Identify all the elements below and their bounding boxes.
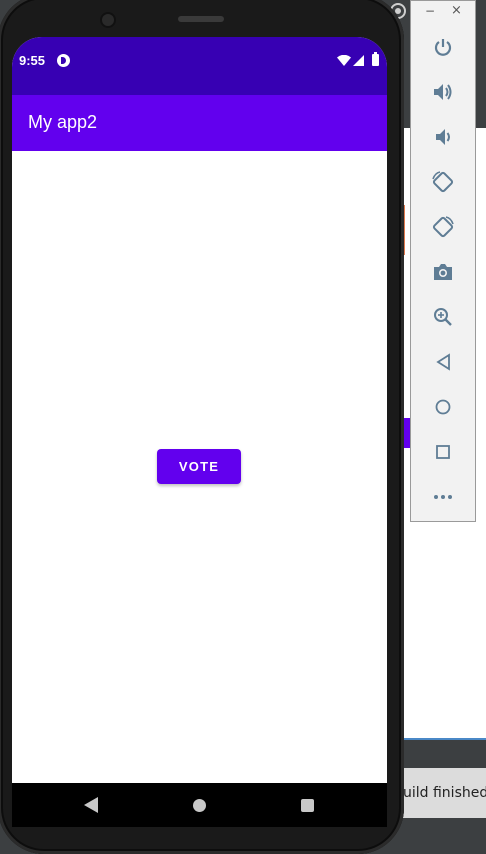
power-icon [434,39,452,56]
main-content: VOTE [12,151,387,783]
navigation-bar [12,783,387,827]
app-title: My app2 [28,112,98,132]
home-icon [435,399,451,415]
back-button[interactable] [430,349,456,375]
emulator-toolbar: − × [410,0,476,522]
minimize-button[interactable]: − [425,4,435,18]
more-icon [434,495,452,499]
volume-down-button[interactable] [430,124,456,150]
rotate-right-icon [432,216,454,238]
overview-button[interactable] [430,439,456,465]
status-time: 9:55 [19,53,46,68]
vote-button[interactable]: VOTE [157,449,241,484]
ide-build-status: uild finished [403,768,486,818]
zoom-icon [434,308,452,326]
overview-icon [436,445,450,459]
home-button[interactable] [430,394,456,420]
more-button[interactable] [430,484,456,510]
earpiece-speaker [178,16,224,22]
signal-icon [353,55,364,66]
rotate-left-icon [432,171,454,193]
status-bar: 9:55 [12,37,387,95]
rotate-right-button[interactable] [430,214,456,240]
close-button[interactable]: × [451,3,462,18]
device-screen: 9:55 My app2 VOTE [12,37,387,827]
nav-recents-icon[interactable] [301,799,314,812]
volume-up-icon [434,84,452,100]
toolbar-title-bar: − × [411,1,475,23]
wifi-icon [337,55,351,66]
nav-home-icon[interactable] [193,799,206,812]
battery-icon [372,52,379,66]
volume-down-icon [436,129,450,145]
phone-frame: 9:55 My app2 VOTE [0,0,404,854]
front-camera [102,14,114,26]
zoom-button[interactable] [430,304,456,330]
rotate-left-button[interactable] [430,169,456,195]
app-bar: My app2 [12,95,387,151]
screenshot-button[interactable] [430,259,456,285]
power-button[interactable] [430,34,456,60]
nav-back-icon[interactable] [84,797,98,813]
notification-icon [57,54,70,67]
volume-up-button[interactable] [430,79,456,105]
camera-icon [434,264,452,280]
back-icon [436,353,450,371]
